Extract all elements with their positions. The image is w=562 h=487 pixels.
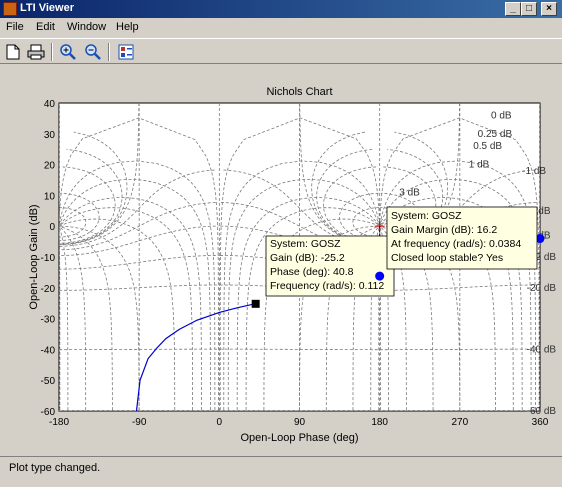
y-tick-label: -30 xyxy=(41,315,56,326)
y-tick-label: -60 xyxy=(41,407,56,418)
grid-label: 0 dB xyxy=(491,110,512,121)
x-tick-label: 0 xyxy=(217,417,223,428)
plot-area: 0 dB0.25 dB0.5 dB1 dB-1 dB3 dB6 dB-3 dB-… xyxy=(0,64,562,454)
y-tick-label: -40 xyxy=(41,345,56,356)
y-tick-label: -20 xyxy=(41,284,56,295)
x-tick-label: -90 xyxy=(132,417,147,428)
x-tick-label: 270 xyxy=(451,417,468,428)
close-button[interactable]: × xyxy=(541,2,557,16)
menu-help[interactable]: Help xyxy=(116,21,139,33)
datatip-text: Closed loop stable? Yes xyxy=(391,252,503,264)
datatip-text: Frequency (rad/s): 0.112 xyxy=(270,280,384,292)
datatip-text: At frequency (rad/s): 0.0384 xyxy=(391,238,521,250)
grid-label: 0.25 dB xyxy=(478,129,513,140)
y-tick-label: 20 xyxy=(44,161,56,172)
window-title: LTI Viewer xyxy=(20,2,75,14)
chart-title: Nichols Chart xyxy=(266,86,332,98)
maximize-button[interactable]: □ xyxy=(521,2,537,16)
menu-bar: File Edit Window Help xyxy=(0,18,562,38)
toolbar-separator xyxy=(51,43,53,61)
x-tick-label: 90 xyxy=(294,417,306,428)
grid-label: -20 dB xyxy=(527,283,557,294)
grid-label: 1 dB xyxy=(469,160,490,171)
menu-file[interactable]: File xyxy=(6,21,24,33)
y-tick-label: 40 xyxy=(44,99,56,110)
y-tick-label: 0 xyxy=(49,222,55,233)
lti-viewer-window: LTI Viewer _ □ × File Edit Window Help 0… xyxy=(0,0,562,487)
toolbar xyxy=(0,38,562,64)
zoom-in-icon[interactable] xyxy=(58,42,78,62)
x-tick-label: 180 xyxy=(371,417,388,428)
y-tick-label: -10 xyxy=(41,253,56,264)
y-axis-label: Open-Loop Gain (dB) xyxy=(28,204,40,309)
status-text: Plot type changed. xyxy=(9,462,101,474)
minimize-button[interactable]: _ xyxy=(505,2,521,16)
menu-window[interactable]: Window xyxy=(67,21,106,33)
title-bar[interactable]: LTI Viewer _ □ × xyxy=(0,0,562,18)
toolbar-separator xyxy=(108,43,110,61)
datatip-text: Phase (deg): 40.8 xyxy=(270,266,354,278)
y-tick-label: 30 xyxy=(44,130,56,141)
x-tick-label: 360 xyxy=(532,417,549,428)
x-tick-label: -180 xyxy=(49,417,69,428)
grid-label: 3 dB xyxy=(399,187,420,198)
y-tick-label: 10 xyxy=(44,191,56,202)
x-axis-label: Open-Loop Phase (deg) xyxy=(240,432,358,444)
print-icon[interactable] xyxy=(26,42,46,62)
nichols-chart[interactable]: 0 dB0.25 dB0.5 dB1 dB-1 dB3 dB6 dB-3 dB-… xyxy=(0,64,562,454)
datatip-marker-square xyxy=(251,299,260,308)
matlab-icon xyxy=(3,2,17,16)
grid-label: -40 dB xyxy=(527,344,557,355)
datatip-text: Gain Margin (dB): 16.2 xyxy=(391,224,497,236)
grid-label: 0.5 dB xyxy=(473,141,502,152)
grid-label: -60 dB xyxy=(527,406,557,417)
status-bar: Plot type changed. xyxy=(0,456,562,487)
grid-label: -1 dB xyxy=(522,166,546,177)
grid-gain-contour xyxy=(59,348,219,351)
zoom-out-icon[interactable] xyxy=(83,42,103,62)
datatip-text: Gain (dB): -25.2 xyxy=(270,252,345,264)
y-tick-label: -50 xyxy=(41,376,56,387)
datatip-marker-circle xyxy=(375,271,385,281)
plot-config-icon[interactable] xyxy=(116,42,136,62)
new-figure-icon[interactable] xyxy=(3,42,23,62)
datatip-text: System: GOSZ xyxy=(270,238,341,250)
menu-edit[interactable]: Edit xyxy=(36,21,55,33)
datatip-text: System: GOSZ xyxy=(391,210,462,222)
